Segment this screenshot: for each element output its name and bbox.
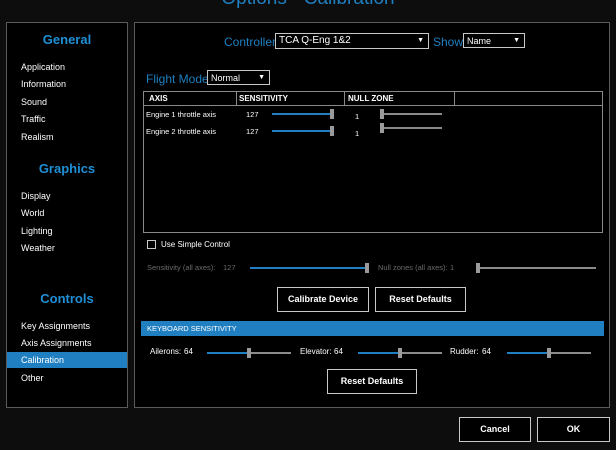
sidebar-item-display[interactable]: Display xyxy=(7,188,127,204)
elevator-label: Elevator: xyxy=(300,347,332,356)
ailerons-value: 64 xyxy=(184,347,193,356)
category-graphics: Graphics xyxy=(38,161,96,176)
column-header-sensitivity: SENSITIVITY xyxy=(239,94,288,103)
controller-select[interactable]: TCA Q-Eng 1&2 ▼ xyxy=(275,33,429,49)
show-select[interactable]: Name ▼ xyxy=(463,33,525,48)
sidebar-item-world[interactable]: World xyxy=(7,205,127,221)
caret-down-icon: ▼ xyxy=(417,37,424,44)
sensitivity-all-value: 127 xyxy=(223,263,236,272)
table-row-sensitivity: 127 xyxy=(246,110,259,119)
calibrate-device-button[interactable]: Calibrate Device xyxy=(277,287,369,312)
sidebar-item-sound[interactable]: Sound xyxy=(7,94,127,110)
slider-thumb[interactable] xyxy=(380,123,384,133)
ok-button[interactable]: OK xyxy=(537,417,610,442)
column-header-axis: AXIS xyxy=(149,94,168,103)
table-row-axis: Engine 1 throttle axis xyxy=(146,110,217,119)
sensitivity-slider[interactable] xyxy=(272,109,334,119)
null-all-value: 1 xyxy=(450,263,455,272)
sidebar-item-realism[interactable]: Realism xyxy=(7,129,127,145)
slider-thumb[interactable] xyxy=(247,348,251,358)
slider-thumb[interactable] xyxy=(330,126,334,136)
caret-down-icon: ▼ xyxy=(513,37,520,44)
ailerons-label: Ailerons: xyxy=(150,347,182,356)
window-title: Options - Calibration xyxy=(0,0,616,10)
table-row-axis: Engine 2 throttle axis xyxy=(146,127,217,136)
null-all-slider[interactable] xyxy=(476,263,596,273)
keyboard-sensitivity-header: KEYBOARD SENSITIVITY xyxy=(141,321,604,336)
sidebar-item-axis-assignments[interactable]: Axis Assignments xyxy=(7,335,127,351)
null-zone-slider[interactable] xyxy=(380,123,442,133)
reset-defaults-keyboard-button[interactable]: Reset Defaults xyxy=(327,369,417,394)
flight-mode-select[interactable]: Normal ▼ xyxy=(207,70,270,85)
table-row-null-zone: 1 xyxy=(355,112,360,121)
reset-defaults-button[interactable]: Reset Defaults xyxy=(375,287,466,312)
null-all-label: Null zones (all axes): xyxy=(378,263,448,272)
slider-thumb[interactable] xyxy=(476,263,480,273)
null-zone-slider[interactable] xyxy=(380,109,442,119)
elevator-slider[interactable] xyxy=(358,348,442,358)
sidebar-item-information[interactable]: Information xyxy=(7,76,127,92)
sidebar: General Application Information Sound Tr… xyxy=(6,22,128,408)
category-controls: Controls xyxy=(40,291,94,306)
use-simple-control-label: Use Simple Control xyxy=(161,240,230,249)
slider-thumb[interactable] xyxy=(365,263,369,273)
ailerons-slider[interactable] xyxy=(207,348,291,358)
sidebar-item-lighting[interactable]: Lighting xyxy=(7,223,127,239)
rudder-slider[interactable] xyxy=(507,348,591,358)
sidebar-item-calibration[interactable]: Calibration xyxy=(7,352,127,368)
rudder-label: Rudder: xyxy=(450,347,479,356)
sensitivity-slider[interactable] xyxy=(272,126,334,136)
category-general: General xyxy=(42,32,92,47)
use-simple-control-checkbox[interactable] xyxy=(147,240,156,249)
sidebar-item-key-assignments[interactable]: Key Assignments xyxy=(7,318,127,334)
show-label: Show xyxy=(433,35,464,49)
rudder-value: 64 xyxy=(482,347,491,356)
controller-label: Controller xyxy=(224,35,277,49)
table-row-null-zone: 1 xyxy=(355,129,360,138)
slider-thumb[interactable] xyxy=(330,109,334,119)
cancel-button[interactable]: Cancel xyxy=(459,417,531,442)
sidebar-item-other[interactable]: Other xyxy=(7,370,127,386)
sidebar-item-application[interactable]: Application xyxy=(7,59,127,75)
slider-thumb[interactable] xyxy=(398,348,402,358)
sidebar-item-weather[interactable]: Weather xyxy=(7,240,127,256)
sidebar-item-traffic[interactable]: Traffic xyxy=(7,111,127,127)
controller-value: TCA Q-Eng 1&2 xyxy=(279,35,351,46)
column-header-null-zone: NULL ZONE xyxy=(348,94,394,103)
sensitivity-all-slider[interactable] xyxy=(250,263,369,273)
slider-thumb[interactable] xyxy=(380,109,384,119)
show-value: Name xyxy=(467,36,492,46)
sensitivity-all-label: Sensitivity (all axes): xyxy=(147,263,216,272)
axis-table: AXIS SENSITIVITY NULL ZONE Engine 1 thro… xyxy=(143,91,603,233)
slider-thumb[interactable] xyxy=(547,348,551,358)
flight-mode-label: Flight Mode xyxy=(146,72,209,86)
elevator-value: 64 xyxy=(334,347,343,356)
table-row-sensitivity: 127 xyxy=(246,127,259,136)
caret-down-icon: ▼ xyxy=(258,74,265,81)
flight-mode-value: Normal xyxy=(211,73,241,83)
